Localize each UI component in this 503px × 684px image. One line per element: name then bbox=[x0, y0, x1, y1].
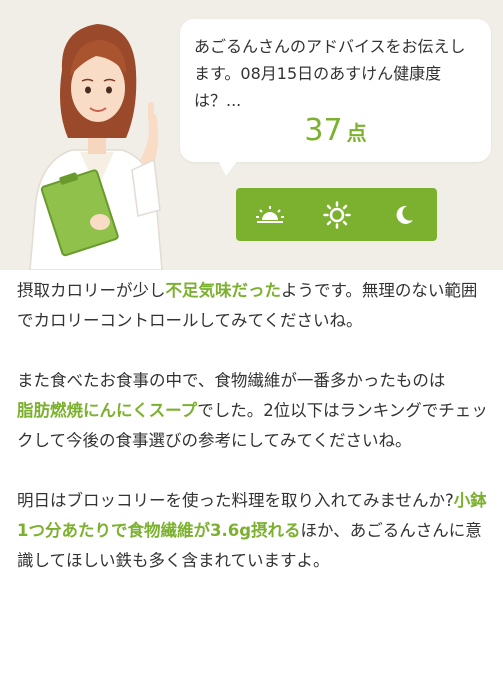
morning-button[interactable] bbox=[248, 193, 292, 237]
calorie-text-a: 摂取カロリーが少し bbox=[17, 281, 166, 300]
health-score-value: 37 bbox=[304, 113, 343, 148]
advice-body: 摂取カロリーが少し不足気味だったようです。無理のない範囲でカロリーコントロールし… bbox=[17, 276, 491, 606]
top-fiber-food-link[interactable]: 脂肪燃焼にんにくスープ bbox=[17, 401, 197, 420]
fiber-ranking-paragraph: また食べたお食事の中で、食物繊維が一番多かったものは 脂肪燃焼にんにくスープでした… bbox=[17, 366, 491, 456]
moon-icon bbox=[396, 205, 413, 224]
calorie-advice-paragraph: 摂取カロリーが少し不足気味だったようです。無理のない範囲でカロリーコントロールし… bbox=[17, 276, 491, 336]
suggestion-text-a: 明日はブロッコリーを使った料理を取り入れてみませんか? bbox=[17, 491, 454, 510]
speech-bubble-tail bbox=[218, 160, 238, 176]
time-of-day-selector bbox=[236, 188, 437, 241]
calorie-highlight: 不足気味だった bbox=[165, 281, 282, 300]
advice-intro-text: あごるんさんのアドバイスをお伝えします。08月15日のあすけん健康度は？... bbox=[194, 37, 466, 110]
night-button[interactable] bbox=[382, 193, 426, 237]
health-score-unit: 点 bbox=[346, 121, 367, 145]
fiber-text-a: また食べたお食事の中で、食物繊維が一番多かったものは bbox=[17, 371, 446, 390]
advisor-character-illustration bbox=[29, 24, 163, 270]
sun-icon bbox=[322, 200, 351, 229]
noon-button[interactable] bbox=[315, 193, 359, 237]
sunrise-icon bbox=[255, 205, 284, 223]
tomorrow-suggestion-paragraph: 明日はブロッコリーを使った料理を取り入れてみませんか?小鉢1つ分あたりで食物繊維… bbox=[17, 486, 491, 576]
advice-speech-bubble: あごるんさんのアドバイスをお伝えします。08月15日のあすけん健康度は？... … bbox=[180, 19, 491, 162]
health-score: 37 点 bbox=[180, 113, 491, 148]
advice-header: あごるんさんのアドバイスをお伝えします。08月15日のあすけん健康度は？... … bbox=[0, 0, 503, 270]
